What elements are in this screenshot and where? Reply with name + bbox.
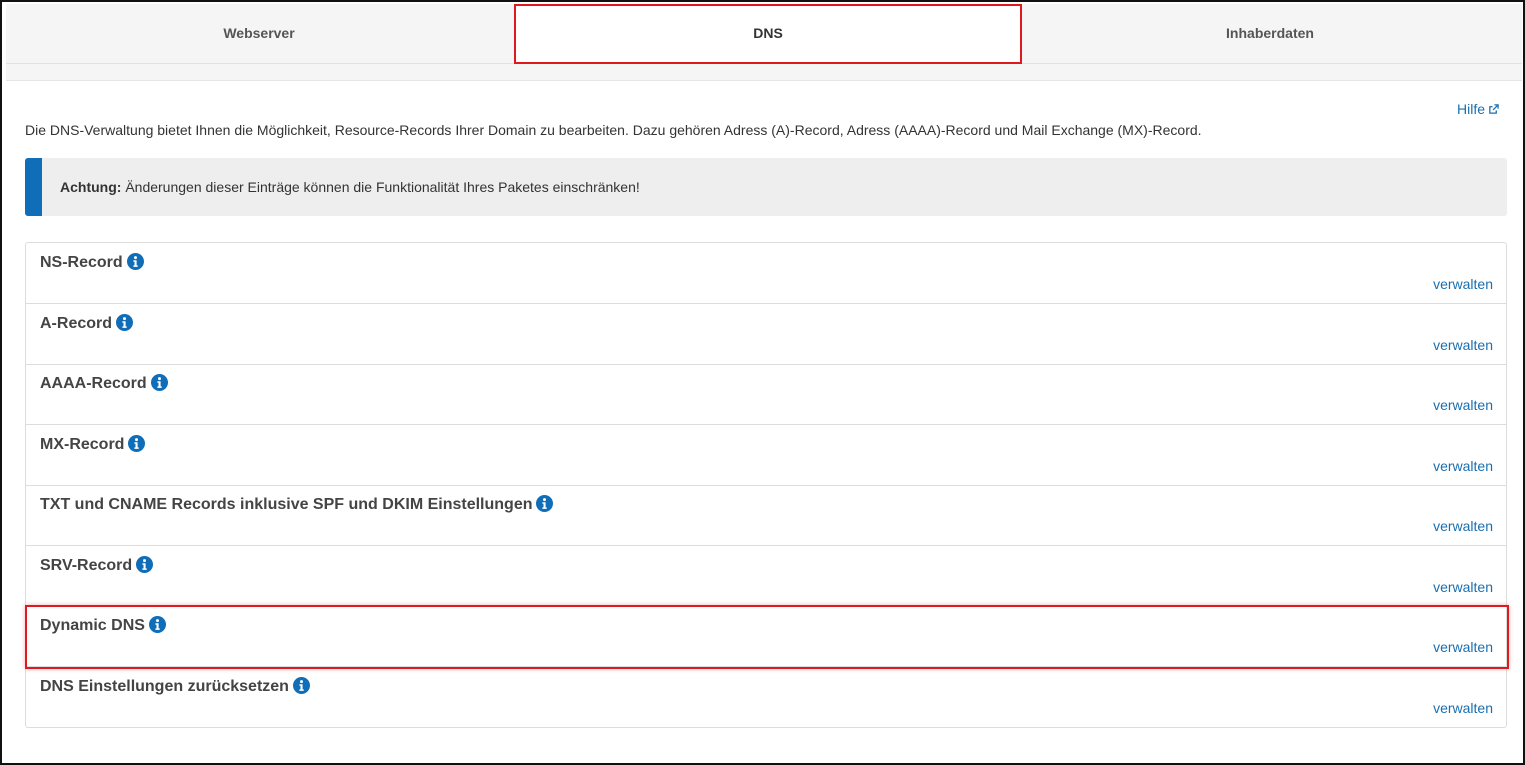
info-icon[interactable]	[148, 616, 166, 633]
record-title-text: MX-Record	[40, 436, 125, 453]
record-row-a: A-Record verwalten	[26, 304, 1506, 365]
info-icon[interactable]	[136, 556, 154, 573]
record-row-mx: MX-Record verwalten	[26, 425, 1506, 486]
manage-link-mx[interactable]: verwalten	[1433, 458, 1493, 474]
tab-dns[interactable]: DNS	[514, 4, 1022, 64]
tab-webserver[interactable]: Webserver	[6, 4, 512, 63]
manage-link-aaaa[interactable]: verwalten	[1433, 397, 1493, 413]
record-title-text: A-Record	[40, 315, 113, 332]
manage-link-a[interactable]: verwalten	[1433, 337, 1493, 353]
record-row-txt-cname: TXT und CNAME Records inklusive SPF und …	[26, 485, 1506, 546]
manage-link-dynamic-dns[interactable]: verwalten	[1433, 639, 1493, 655]
info-icon[interactable]	[536, 495, 554, 512]
record-row-srv: SRV-Record verwalten	[26, 546, 1506, 607]
manage-link-txt-cname[interactable]: verwalten	[1433, 518, 1493, 534]
info-icon[interactable]	[128, 435, 146, 452]
record-title-text: SRV-Record	[40, 557, 133, 574]
record-title: SRV-Record	[40, 556, 154, 575]
manage-link-ns[interactable]: verwalten	[1433, 276, 1493, 292]
help-link-label: Hilfe	[1456, 101, 1485, 117]
record-title: MX-Record	[40, 435, 146, 454]
intro-text: Die DNS-Verwaltung bietet Ihnen die Mögl…	[25, 122, 1202, 138]
record-title-text: DNS Einstellungen zurücksetzen	[40, 678, 289, 695]
record-title: Dynamic DNS	[40, 616, 166, 635]
record-row-ns: NS-Record verwalten	[26, 243, 1506, 304]
manage-link-dns-reset[interactable]: verwalten	[1433, 700, 1493, 716]
record-title-text: AAAA-Record	[40, 375, 147, 392]
record-title-text: TXT und CNAME Records inklusive SPF und …	[40, 496, 533, 513]
record-row-dns-reset: DNS Einstellungen zurücksetzen verwalten	[26, 667, 1506, 727]
record-row-aaaa: AAAA-Record verwalten	[26, 364, 1506, 425]
record-title: A-Record	[40, 314, 134, 333]
external-link-icon	[1489, 104, 1499, 114]
info-icon[interactable]	[150, 374, 168, 391]
page-frame: Webserver DNS Inhaberdaten Hilfe Die DNS…	[0, 0, 1525, 765]
record-title: TXT und CNAME Records inklusive SPF und …	[40, 495, 554, 514]
manage-link-srv[interactable]: verwalten	[1433, 579, 1493, 595]
info-icon[interactable]	[116, 314, 134, 331]
tab-bar: Webserver DNS Inhaberdaten	[6, 4, 1522, 64]
help-link[interactable]: Hilfe	[1457, 101, 1499, 117]
alert-accent-bar	[25, 158, 42, 216]
alert-message: Achtung: Änderungen dieser Einträge könn…	[60, 179, 640, 195]
alert-label: Achtung:	[60, 179, 122, 195]
record-title: DNS Einstellungen zurücksetzen	[40, 677, 310, 696]
record-title-text: Dynamic DNS	[40, 617, 145, 634]
record-title: AAAA-Record	[40, 374, 168, 393]
tab-divider	[6, 64, 1522, 81]
record-title-text: NS-Record	[40, 254, 123, 271]
alert-text: Änderungen dieser Einträge können die Fu…	[121, 179, 640, 195]
record-row-dynamic-dns: Dynamic DNS verwalten	[26, 606, 1506, 667]
record-list: NS-Record verwalten A-Record verwalten A…	[25, 242, 1507, 728]
warning-alert: Achtung: Änderungen dieser Einträge könn…	[25, 158, 1507, 216]
record-title: NS-Record	[40, 253, 144, 272]
tab-inhaberdaten[interactable]: Inhaberdaten	[1018, 4, 1522, 63]
info-icon[interactable]	[126, 253, 144, 270]
info-icon[interactable]	[292, 677, 310, 694]
